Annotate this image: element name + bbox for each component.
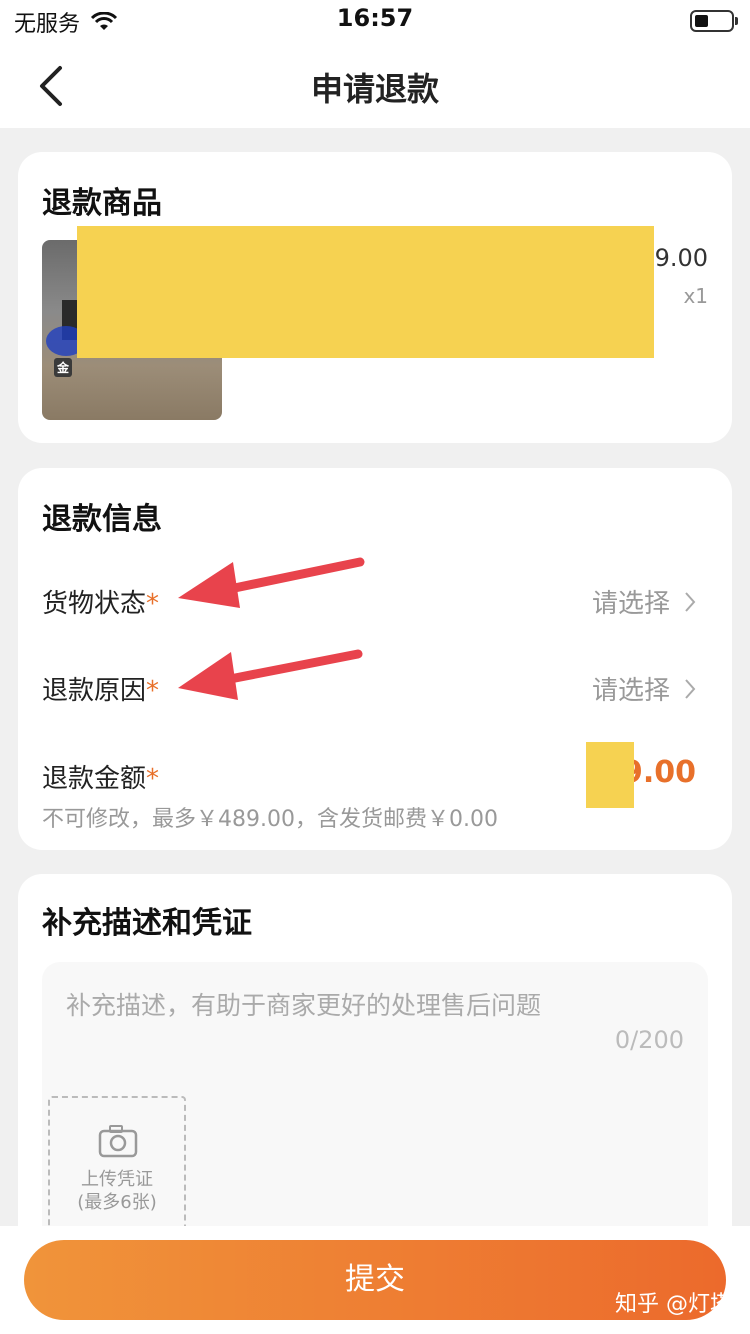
chevron-right-icon (685, 678, 696, 699)
character-counter: 0/200 (614, 1026, 684, 1054)
product-price: 9.00 (654, 244, 708, 272)
description-placeholder: 补充描述，有助于商家更好的处理售后问题 (66, 991, 542, 1020)
refund-reason-select[interactable]: 请选择 (592, 670, 696, 707)
refund-product-card: 退款商品 金 9.00 x1 (18, 152, 732, 443)
upload-evidence-button[interactable]: 上传凭证 (最多6张) (48, 1096, 186, 1234)
goods-status-value: 请选择 (591, 589, 670, 619)
product-card-title: 退款商品 (42, 186, 162, 221)
clock: 16:57 (336, 4, 414, 32)
required-mark: * (146, 589, 160, 619)
camera-icon (98, 1125, 138, 1158)
nav-bar: 申请退款 (0, 44, 750, 128)
required-mark: * (146, 764, 160, 794)
status-bar: 无服务 16:57 (0, 0, 750, 44)
refund-info-card: 退款信息 货物状态* 请选择 退款原因* 请选择 退款金额* ¥ 9.00 不可… (18, 468, 732, 850)
watermark: 知乎 @灯塔 (615, 1292, 732, 1317)
refund-reason-value: 请选择 (591, 676, 670, 706)
redaction-block (586, 742, 634, 808)
refund-reason-label: 退款原因* (42, 676, 160, 706)
chevron-right-icon (685, 591, 696, 612)
product-quantity: x1 (683, 284, 708, 308)
required-mark: * (146, 676, 160, 706)
redaction-block (77, 226, 654, 358)
upload-label: 上传凭证 (最多6张) (77, 1169, 157, 1213)
bottom-bar: 提交 知乎 @灯塔 (0, 1226, 750, 1334)
goods-status-select[interactable]: 请选择 (592, 583, 696, 620)
refund-amount-label: 退款金额* (42, 764, 160, 794)
battery-icon (690, 10, 738, 32)
goods-status-label: 货物状态* (42, 589, 160, 619)
info-card-title: 退款信息 (42, 502, 162, 537)
refund-amount-note: 不可修改，最多￥489.00，含发货邮费￥0.00 (42, 807, 498, 832)
description-card-title: 补充描述和凭证 (42, 906, 252, 941)
page-title: 申请退款 (310, 70, 439, 108)
